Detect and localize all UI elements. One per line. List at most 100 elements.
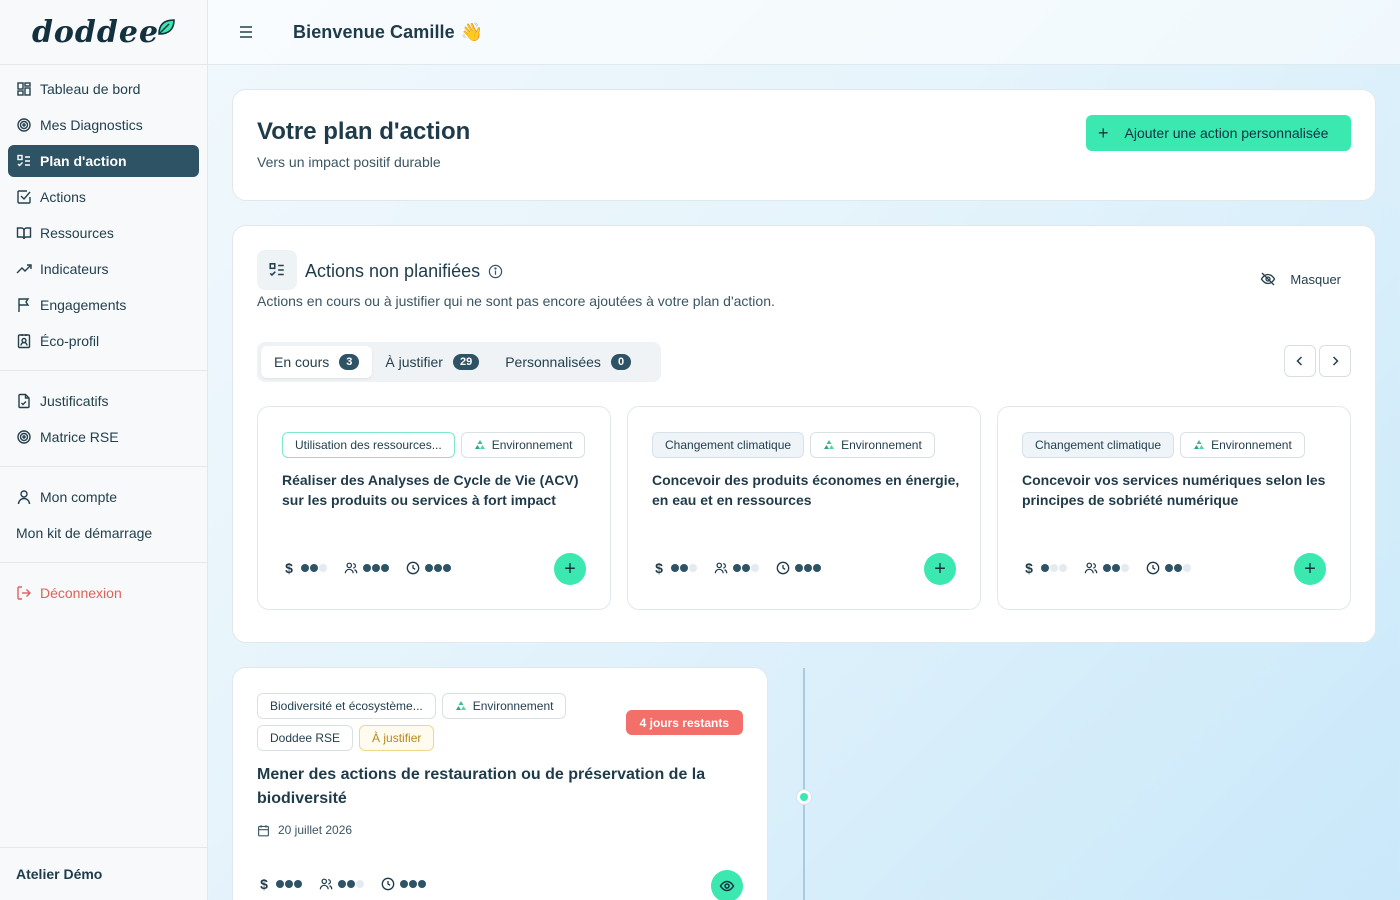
sidebar-item-justificatifs[interactable]: Justificatifs (8, 385, 199, 417)
action-metrics: $ (257, 876, 443, 892)
people-metric (344, 561, 390, 575)
action-card[interactable]: Changement climatique Environnement Conc… (997, 406, 1351, 610)
cost-metric: $ (282, 560, 328, 576)
sidebar-divider (0, 370, 207, 371)
dollar-icon: $ (260, 876, 268, 892)
previous-button[interactable] (1284, 345, 1316, 377)
add-to-plan-button[interactable]: + (924, 553, 956, 585)
workspace-name[interactable]: Atelier Démo (0, 847, 207, 900)
recycle-icon (455, 700, 467, 712)
tab-label: À justifier (385, 354, 443, 370)
recycle-icon (1193, 439, 1205, 451)
category-tag: Changement climatique (1022, 432, 1175, 458)
plus-icon: + (1304, 558, 1316, 580)
sidebar-item-label: Matrice RSE (40, 429, 119, 445)
dollar-icon: $ (655, 560, 663, 576)
people-level (338, 880, 365, 888)
category-tag: Biodiversité et écosystème... (257, 693, 436, 719)
sidebar-item-label: Éco-profil (40, 333, 100, 349)
action-title: Concevoir vos services numériques selon … (1022, 472, 1326, 508)
sidebar-item-ressources[interactable]: Ressources (8, 217, 199, 249)
add-to-plan-button[interactable]: + (1294, 553, 1326, 585)
level-dot (1059, 564, 1067, 572)
page-title: Votre plan d'action (257, 118, 471, 145)
sidebar-item-label: Mon compte (40, 489, 118, 505)
recycle-icon (474, 439, 486, 451)
action-metrics: $ (1022, 560, 1208, 576)
level-dot (338, 880, 346, 888)
sidebar-item-mon-compte[interactable]: Mon compte (8, 481, 199, 513)
trending-up-icon (16, 261, 32, 277)
flag-icon (16, 297, 32, 313)
sidebar-item-mes-diagnostics[interactable]: Mes Diagnostics (8, 109, 199, 141)
logout-button[interactable]: Déconnexion (8, 577, 199, 609)
sidebar-item-engagements[interactable]: Engagements (8, 289, 199, 321)
cost-level (1041, 564, 1068, 572)
menu-icon[interactable] (238, 24, 254, 40)
people-level (733, 564, 760, 572)
sidebar-item-indicateurs[interactable]: Indicateurs (8, 253, 199, 285)
tab-personnalisees[interactable]: Personnalisées 0 (492, 346, 644, 378)
level-dot (381, 564, 389, 572)
level-dot (443, 564, 451, 572)
level-dot (742, 564, 750, 572)
action-metrics: $ (282, 560, 468, 576)
view-action-button[interactable] (711, 870, 743, 900)
sidebar-item-plan-d-action[interactable]: Plan d'action (8, 145, 199, 177)
level-dot (804, 564, 812, 572)
checklist-icon (257, 250, 297, 290)
clock-icon (776, 561, 790, 575)
action-title: Réaliser des Analyses de Cycle de Vie (A… (282, 472, 579, 508)
hide-button[interactable]: Masquer (1260, 271, 1341, 287)
clock-icon (406, 561, 420, 575)
logo[interactable]: doddee (32, 15, 175, 50)
pillar-tag: Environnement (441, 693, 567, 719)
planned-action-card[interactable]: Biodiversité et écosystème... Environnem… (232, 667, 768, 900)
level-dot (1103, 564, 1111, 572)
sidebar-item-matrice-rse[interactable]: Matrice RSE (8, 421, 199, 453)
action-card[interactable]: Changement climatique Environnement Conc… (627, 406, 981, 610)
level-dot (319, 564, 327, 572)
add-custom-action-button[interactable]: + Ajouter une action personnalisée (1086, 115, 1351, 151)
check-square-icon (16, 189, 32, 205)
count-badge: 3 (339, 354, 360, 370)
dashboard-icon (16, 81, 32, 97)
tab-a-justifier[interactable]: À justifier 29 (372, 346, 492, 378)
cost-metric: $ (652, 560, 698, 576)
sidebar-item-label: Actions (40, 189, 86, 205)
user-icon (16, 489, 32, 505)
section-title-text: Actions non planifiées (305, 261, 481, 281)
sidebar-item-kit-demarrage[interactable]: Mon kit de démarrage (8, 517, 199, 549)
pillar-tag-label: Environnement (841, 438, 922, 452)
level-dot (409, 880, 417, 888)
tag-row: Changement climatique Environnement (652, 432, 941, 458)
clock-icon (1146, 561, 1160, 575)
level-dot (418, 880, 426, 888)
tag-row: Biodiversité et écosystème... Environnem… (257, 693, 617, 751)
sidebar-item-eco-profil[interactable]: Éco-profil (8, 325, 199, 357)
time-metric (406, 561, 452, 575)
pillar-tag: Environnement (1180, 432, 1305, 458)
source-tag: Doddee RSE (257, 725, 354, 751)
calendar-icon (257, 824, 270, 837)
users-icon (714, 561, 728, 575)
next-button[interactable] (1319, 345, 1351, 377)
time-level (795, 564, 822, 572)
sidebar-item-tableau-de-bord[interactable]: Tableau de bord (8, 73, 199, 105)
checklist-icon (16, 153, 32, 169)
tab-en-cours[interactable]: En cours 3 (261, 346, 373, 378)
sidebar-item-actions[interactable]: Actions (8, 181, 199, 213)
status-tag: À justifier (359, 725, 435, 751)
action-card[interactable]: Utilisation des ressources... Environnem… (257, 406, 611, 610)
pillar-tag-label: Environnement (491, 438, 573, 452)
add-to-plan-button[interactable]: + (554, 553, 586, 585)
book-icon (16, 225, 32, 241)
level-dot (301, 564, 309, 572)
sidebar-item-label: Justificatifs (40, 393, 109, 409)
category-tag: Utilisation des ressources... (282, 432, 455, 458)
eye-icon (719, 880, 735, 892)
sidebar-item-label: Mon kit de démarrage (16, 525, 153, 541)
info-icon[interactable] (488, 264, 503, 279)
logout-icon (16, 585, 32, 601)
tag-row: Utilisation des ressources... Environnem… (282, 432, 591, 458)
